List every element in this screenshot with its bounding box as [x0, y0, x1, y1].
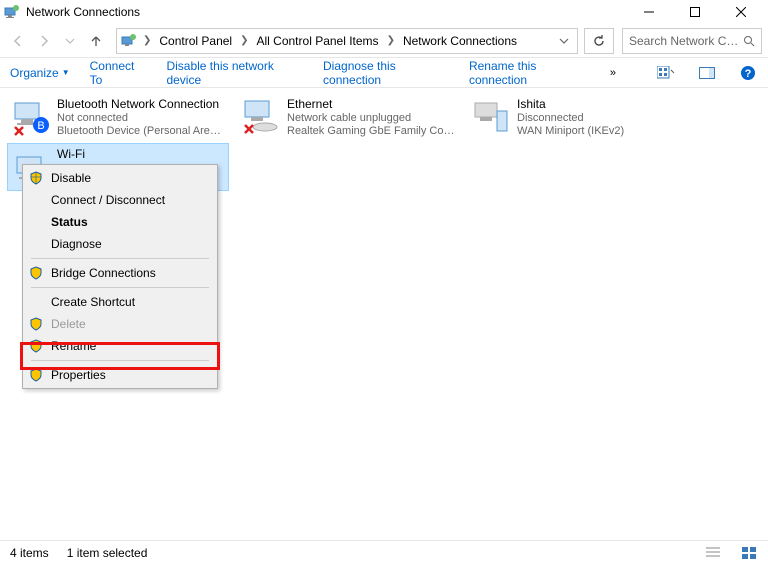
search-icon — [743, 35, 755, 47]
network-panel-icon — [4, 4, 20, 20]
connect-to-button[interactable]: Connect To — [90, 59, 147, 87]
rename-button[interactable]: Rename this connection — [469, 59, 590, 87]
address-bar: ❯ Control Panel ❯ All Control Panel Item… — [0, 24, 768, 58]
status-selected-count: 1 item selected — [67, 546, 148, 560]
status-bar: 4 items 1 item selected — [0, 540, 768, 564]
nav-forward-button[interactable] — [32, 29, 56, 53]
maximize-button[interactable] — [672, 0, 718, 24]
adapter-device: Bluetooth Device (Personal Area ... — [57, 125, 225, 137]
organize-menu[interactable]: Organize▼ — [10, 66, 70, 80]
chevron-right-icon: ❯ — [238, 35, 250, 46]
adapter-item[interactable]: B Bluetooth Network Connection Not conne… — [8, 94, 228, 140]
svg-text:?: ? — [744, 68, 751, 80]
change-view-button[interactable] — [656, 62, 677, 84]
ctx-delete: Delete — [23, 313, 217, 335]
large-icons-view-button[interactable] — [740, 544, 758, 562]
ctx-rename[interactable]: Rename — [23, 335, 217, 357]
disable-device-button[interactable]: Disable this network device — [166, 59, 303, 87]
context-menu: Disable Connect / Disconnect Status Diag… — [22, 164, 218, 389]
shield-icon — [29, 171, 43, 185]
window-title: Network Connections — [26, 5, 626, 19]
network-panel-icon — [121, 33, 137, 49]
breadcrumb-dropdown[interactable] — [559, 36, 569, 46]
ctx-disable[interactable]: Disable — [23, 167, 217, 189]
chevron-right-icon: ❯ — [141, 35, 153, 46]
titlebar: Network Connections — [0, 0, 768, 24]
nav-up-button[interactable] — [84, 29, 108, 53]
refresh-button[interactable] — [584, 28, 614, 54]
nav-back-button[interactable] — [6, 29, 30, 53]
ctx-properties[interactable]: Properties — [23, 364, 217, 386]
preview-pane-button[interactable] — [697, 62, 718, 84]
ctx-create-shortcut[interactable]: Create Shortcut — [23, 291, 217, 313]
close-button[interactable] — [718, 0, 764, 24]
adapter-status: Not connected — [57, 112, 225, 124]
network-adapter-icon — [471, 97, 511, 137]
breadcrumb[interactable]: ❯ Control Panel ❯ All Control Panel Item… — [116, 28, 578, 54]
adapter-name: Ishita — [517, 97, 624, 111]
ctx-bridge[interactable]: Bridge Connections — [23, 262, 217, 284]
shield-icon — [29, 339, 43, 353]
more-commands-button[interactable]: » — [610, 67, 616, 79]
ctx-diagnose[interactable]: Diagnose — [23, 233, 217, 255]
search-input[interactable]: Search Network Con... — [622, 28, 762, 54]
context-separator — [31, 258, 209, 259]
breadcrumb-segment[interactable]: Control Panel — [155, 32, 236, 50]
svg-text:B: B — [37, 120, 44, 132]
shield-icon — [29, 368, 43, 382]
status-item-count: 4 items — [10, 546, 49, 560]
adapter-item[interactable]: Ethernet Network cable unplugged Realtek… — [238, 94, 458, 140]
network-adapter-icon — [241, 97, 281, 137]
details-view-button[interactable] — [704, 544, 722, 562]
adapter-name: Ethernet — [287, 97, 455, 111]
adapters-area: B Bluetooth Network Connection Not conne… — [0, 88, 768, 100]
adapter-name: Wi-Fi — [57, 147, 85, 161]
search-placeholder: Search Network Con... — [629, 34, 739, 48]
context-separator — [31, 287, 209, 288]
diagnose-button[interactable]: Diagnose this connection — [323, 59, 449, 87]
breadcrumb-segment[interactable]: All Control Panel Items — [253, 32, 383, 50]
adapter-status: Disconnected — [517, 112, 624, 124]
nav-recent-button[interactable] — [58, 29, 82, 53]
breadcrumb-segment[interactable]: Network Connections — [399, 32, 521, 50]
help-button[interactable]: ? — [737, 62, 758, 84]
adapter-status: Network cable unplugged — [287, 112, 455, 124]
network-adapter-icon: B — [11, 97, 51, 137]
adapter-name: Bluetooth Network Connection — [57, 97, 225, 111]
ctx-status[interactable]: Status — [23, 211, 217, 233]
chevron-right-icon: ❯ — [385, 35, 397, 46]
command-bar: Organize▼ Connect To Disable this networ… — [0, 58, 768, 88]
shield-icon — [29, 266, 43, 280]
context-separator — [31, 360, 209, 361]
adapter-device: Realtek Gaming GbE Family Contr... — [287, 125, 455, 137]
adapter-device: WAN Miniport (IKEv2) — [517, 125, 624, 137]
shield-icon — [29, 317, 43, 331]
ctx-connect-disconnect[interactable]: Connect / Disconnect — [23, 189, 217, 211]
adapter-item[interactable]: Ishita Disconnected WAN Miniport (IKEv2) — [468, 94, 688, 140]
minimize-button[interactable] — [626, 0, 672, 24]
